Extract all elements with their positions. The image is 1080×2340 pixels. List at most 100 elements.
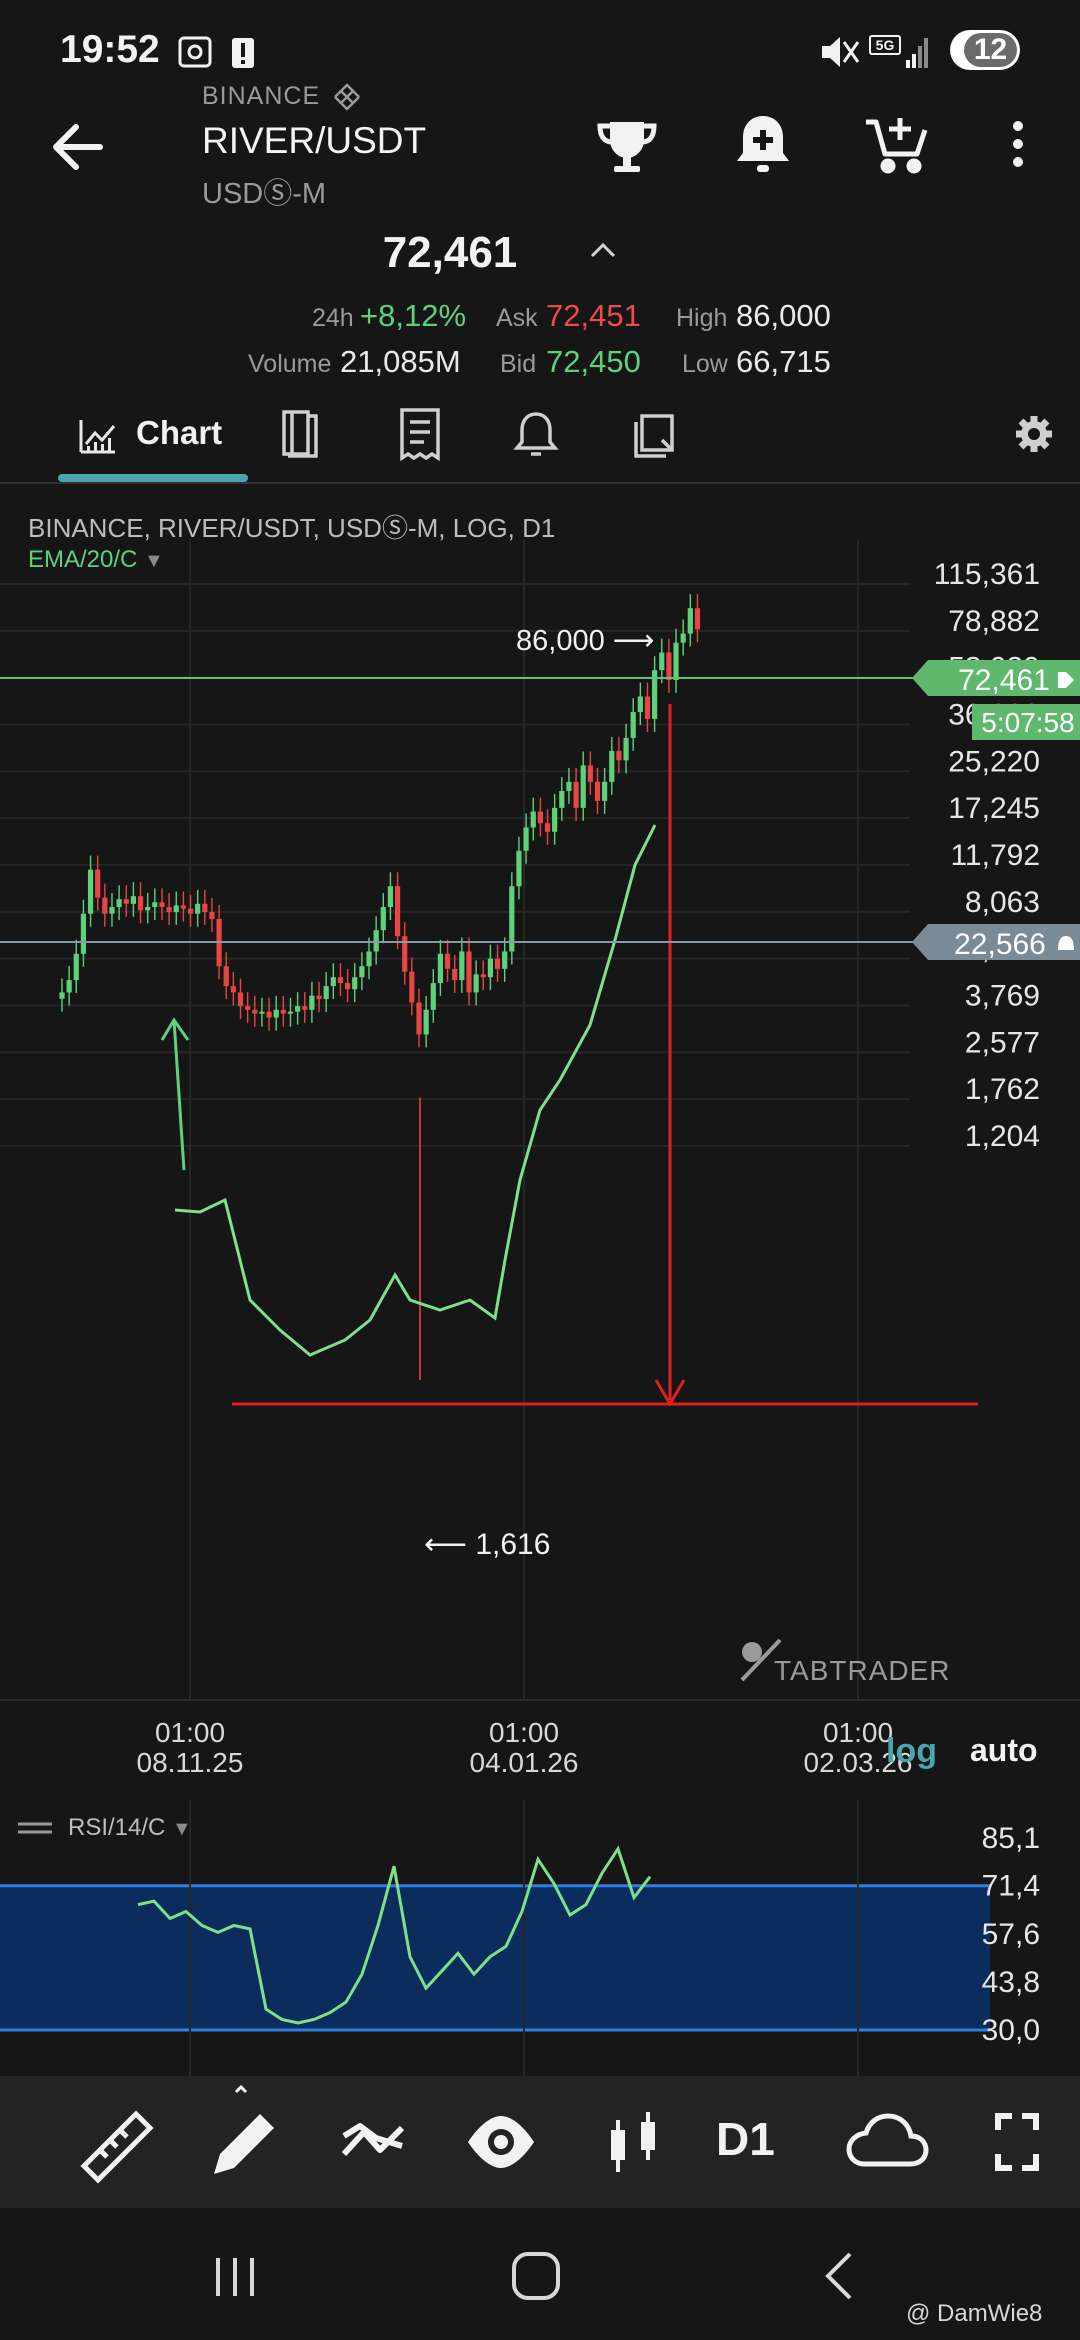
more-vert-icon [1013, 121, 1023, 167]
home-icon[interactable] [502, 2248, 572, 2304]
candle-body [95, 869, 101, 898]
time-tick-label: 01:00 [823, 1717, 893, 1748]
add-alert-button[interactable] [728, 108, 798, 184]
candle-body [694, 608, 701, 630]
candle-body [273, 1009, 279, 1018]
alert-price-tag-text: 22,566 [954, 928, 1046, 961]
candle-body [494, 958, 501, 969]
candle-body [130, 896, 136, 904]
chart-settings-button[interactable] [1004, 404, 1064, 464]
tabtrader-brand: TABTRADER [774, 1655, 951, 1686]
cloud-icon [846, 2113, 929, 2167]
candle-body [659, 652, 665, 671]
candle-body [152, 902, 158, 908]
rsi-label-text: RSI/14/C [68, 1814, 166, 1841]
ask-value: 72,451 [546, 298, 641, 333]
rsi-tick-label: 57,6 [982, 1918, 1040, 1951]
last-price: 72,461 [382, 228, 518, 277]
candle-body [566, 781, 572, 791]
candle-body [173, 905, 179, 913]
candle-body [259, 1011, 265, 1014]
candle-body [180, 905, 186, 909]
back-nav-icon[interactable] [810, 2248, 870, 2304]
candle-body [444, 953, 451, 969]
pair-name[interactable]: RIVER/USDT [202, 120, 426, 162]
candle-body [337, 977, 344, 984]
signal-icon: 5G [869, 35, 928, 68]
recent-apps-icon[interactable] [200, 2252, 270, 2302]
rsi-tick-label: 85,1 [982, 1822, 1040, 1855]
more-options-button[interactable] [984, 108, 1034, 184]
screenshot-icon [178, 36, 212, 68]
candle-body [630, 712, 636, 738]
candle-body [437, 953, 444, 984]
binance-logo-icon [334, 83, 360, 111]
drawn-arrow-up [160, 1017, 190, 1171]
low-marker: ⟵ 1,616 [424, 1528, 550, 1561]
exchange-name: BINANCE [202, 82, 321, 110]
price-tick-label: 25,220 [948, 745, 1040, 778]
countdown-tag-text: 5:07:58 [981, 707, 1074, 738]
tabtrader-logo: TABTRADER [740, 1638, 951, 1686]
tab-order-book[interactable] [270, 404, 330, 464]
measure-tool-button[interactable] [58, 2076, 168, 2208]
candle-body [480, 974, 486, 978]
candle-body [502, 951, 508, 969]
add-to-cart-button[interactable] [862, 108, 932, 184]
chart-toolbar: D1 [0, 2076, 1080, 2208]
timeframe-button[interactable]: D1 [716, 2112, 775, 2166]
ema-indicator-label[interactable]: EMA/20/C ▼ [28, 546, 164, 574]
candle-body [109, 907, 115, 914]
candle-body [123, 899, 129, 904]
auto-scale-toggle[interactable]: auto [970, 1732, 1038, 1769]
rsi-tick-label: 43,8 [982, 1966, 1040, 1999]
price-tick-label: 1,762 [965, 1073, 1040, 1106]
current-price-tag-text: 72,461 [958, 664, 1050, 697]
arrow-back-icon [53, 124, 103, 170]
chart-type-button[interactable] [578, 2076, 688, 2208]
candle-body [666, 652, 672, 681]
candle-body [594, 781, 601, 801]
candle-body [202, 903, 208, 913]
tab-alerts[interactable] [506, 404, 566, 464]
tab-chart[interactable]: Chart [58, 396, 248, 486]
trophy-button[interactable] [592, 108, 662, 184]
log-scale-toggle[interactable]: log [886, 1732, 937, 1771]
candle-body [623, 737, 629, 761]
price-tick-label: 17,245 [948, 792, 1040, 825]
candle-body [459, 951, 465, 981]
candle-body [616, 750, 622, 761]
indicators-button[interactable] [318, 2076, 428, 2208]
alerts-icon [513, 412, 559, 456]
draw-tool-button[interactable] [188, 2076, 298, 2208]
candle-body [559, 790, 565, 808]
tab-orders[interactable] [626, 404, 686, 464]
candle-body [609, 750, 615, 782]
candle-body [644, 696, 651, 719]
candle-body [237, 992, 244, 1007]
caret-down-icon: ▼ [172, 1818, 192, 1840]
candle-body [552, 807, 558, 832]
rsi-tick-label: 71,4 [982, 1870, 1040, 1903]
candle-body [230, 986, 236, 993]
candles [59, 594, 701, 1380]
candle-body [159, 902, 165, 908]
tab-trades[interactable] [390, 404, 450, 464]
visibility-button[interactable] [446, 2076, 556, 2208]
rsi-indicator-label[interactable]: RSI/14/C ▼ [68, 1814, 192, 1842]
volume-value: 21,085M [340, 344, 461, 379]
candle-body [523, 827, 529, 851]
cloud-sync-button[interactable] [832, 2076, 942, 2208]
time-tick-label: 01:00 [155, 1717, 225, 1748]
ema-label-text: EMA/20/C [28, 546, 138, 573]
drag-handle-icon[interactable] [16, 1818, 54, 1838]
candle-body [73, 953, 79, 981]
candle-body [166, 907, 172, 913]
back-button[interactable] [40, 112, 120, 182]
candle-body [680, 633, 686, 643]
candle-body [102, 897, 108, 914]
rsi-band [0, 1885, 990, 2030]
fullscreen-icon [995, 2113, 1039, 2171]
fullscreen-button[interactable] [962, 2076, 1072, 2208]
candle-body [473, 974, 479, 993]
